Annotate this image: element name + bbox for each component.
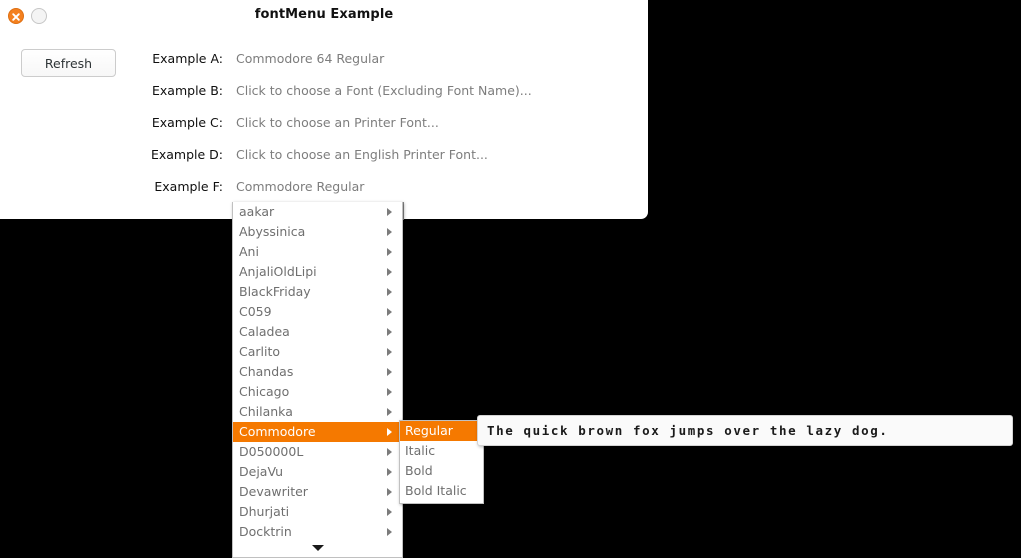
menu-item-label: Chilanka xyxy=(239,404,293,419)
submenu-arrow-icon xyxy=(387,528,392,536)
submenu-arrow-icon xyxy=(387,328,392,336)
submenu-arrow-icon xyxy=(387,268,392,276)
font-style-submenu[interactable]: Regular Italic Bold Bold Italic xyxy=(399,420,484,504)
submenu-arrow-icon xyxy=(387,448,392,456)
menu-item-label: Ani xyxy=(239,244,259,259)
chevron-down-icon[interactable] xyxy=(233,541,402,555)
submenu-arrow-icon xyxy=(387,468,392,476)
font-preview-panel: The quick brown fox jumps over the lazy … xyxy=(477,415,1013,446)
example-value[interactable]: Commodore Regular xyxy=(236,179,364,194)
menu-item-dejavu[interactable]: DejaVu xyxy=(233,462,402,482)
example-row: Example A: Commodore 64 Regular xyxy=(0,46,640,78)
example-value[interactable]: Click to choose an English Printer Font.… xyxy=(236,147,488,162)
menu-item-label: Commodore xyxy=(239,424,316,439)
menu-item-c059[interactable]: C059 xyxy=(233,302,402,322)
menu-item-chilanka[interactable]: Chilanka xyxy=(233,402,402,422)
submenu-item-bold-italic[interactable]: Bold Italic xyxy=(400,481,483,501)
menu-item-label: BlackFriday xyxy=(239,284,311,299)
example-row: Example D: Click to choose an English Pr… xyxy=(0,142,640,174)
submenu-item-italic[interactable]: Italic xyxy=(400,441,483,461)
example-row: Example C: Click to choose an Printer Fo… xyxy=(0,110,640,142)
menu-item-label: C059 xyxy=(239,304,272,319)
menu-item-caladea[interactable]: Caladea xyxy=(233,322,402,342)
window-title: fontMenu Example xyxy=(254,7,394,22)
submenu-arrow-icon xyxy=(387,488,392,496)
menu-item-label: Dhurjati xyxy=(239,504,290,519)
menu-item-anjalioldlipi[interactable]: AnjaliOldLipi xyxy=(233,262,402,282)
submenu-arrow-icon xyxy=(387,248,392,256)
submenu-arrow-icon xyxy=(387,228,392,236)
application-window: fontMenu Example Refresh Example A: Comm… xyxy=(0,0,648,219)
menu-item-label: D050000L xyxy=(239,444,304,459)
menu-item-label: Chandas xyxy=(239,364,294,379)
menu-item-label: AnjaliOldLipi xyxy=(239,264,317,279)
menu-item-docktrin[interactable]: Docktrin xyxy=(233,522,402,542)
menu-item-label: aakar xyxy=(239,204,275,219)
menu-item-carlito[interactable]: Carlito xyxy=(233,342,402,362)
example-label: Example B: xyxy=(152,83,223,98)
submenu-arrow-icon xyxy=(387,428,392,436)
menu-item-d050000l[interactable]: D050000L xyxy=(233,442,402,462)
menu-item-label: Carlito xyxy=(239,344,281,359)
menu-item-abyssinica[interactable]: Abyssinica xyxy=(233,222,402,242)
submenu-arrow-icon xyxy=(387,208,392,216)
menu-item-aakar[interactable]: aakar xyxy=(233,202,402,222)
example-label: Example D: xyxy=(150,147,223,162)
menu-item-label: Caladea xyxy=(239,324,290,339)
submenu-arrow-icon xyxy=(387,408,392,416)
submenu-item-bold[interactable]: Bold xyxy=(400,461,483,481)
font-family-menu[interactable]: aakar Abyssinica Ani AnjaliOldLipi Black… xyxy=(232,202,403,558)
submenu-arrow-icon xyxy=(387,288,392,296)
example-value[interactable]: Click to choose an Printer Font... xyxy=(236,115,439,130)
menu-item-dhurjati[interactable]: Dhurjati xyxy=(233,502,402,522)
menu-item-label: DejaVu xyxy=(239,464,284,479)
example-value[interactable]: Commodore 64 Regular xyxy=(236,51,384,66)
font-preview-text: The quick brown fox jumps over the lazy … xyxy=(487,423,889,438)
menu-item-label: Devawriter xyxy=(239,484,308,499)
menu-item-label: Docktrin xyxy=(239,524,292,539)
menu-item-blackfriday[interactable]: BlackFriday xyxy=(233,282,402,302)
submenu-arrow-icon xyxy=(387,348,392,356)
submenu-arrow-icon xyxy=(387,368,392,376)
submenu-arrow-icon xyxy=(387,388,392,396)
menu-item-label: Chicago xyxy=(239,384,290,399)
menu-item-commodore[interactable]: Commodore xyxy=(233,422,402,442)
example-value[interactable]: Click to choose a Font (Excluding Font N… xyxy=(236,83,532,98)
submenu-item-regular[interactable]: Regular xyxy=(400,421,483,441)
menu-item-ani[interactable]: Ani xyxy=(233,242,402,262)
example-row: Example B: Click to choose a Font (Exclu… xyxy=(0,78,640,110)
menu-edge-divider xyxy=(403,202,404,220)
menu-item-devawriter[interactable]: Devawriter xyxy=(233,482,402,502)
example-rows: Example A: Commodore 64 Regular Example … xyxy=(0,46,640,206)
submenu-arrow-icon xyxy=(387,508,392,516)
menu-item-chandas[interactable]: Chandas xyxy=(233,362,402,382)
example-label: Example A: xyxy=(152,51,223,66)
window-titlebar: fontMenu Example xyxy=(0,0,648,31)
example-label: Example C: xyxy=(151,115,223,130)
example-label: Example F: xyxy=(154,179,223,194)
submenu-arrow-icon xyxy=(387,308,392,316)
menu-item-chicago[interactable]: Chicago xyxy=(233,382,402,402)
menu-item-label: Abyssinica xyxy=(239,224,306,239)
